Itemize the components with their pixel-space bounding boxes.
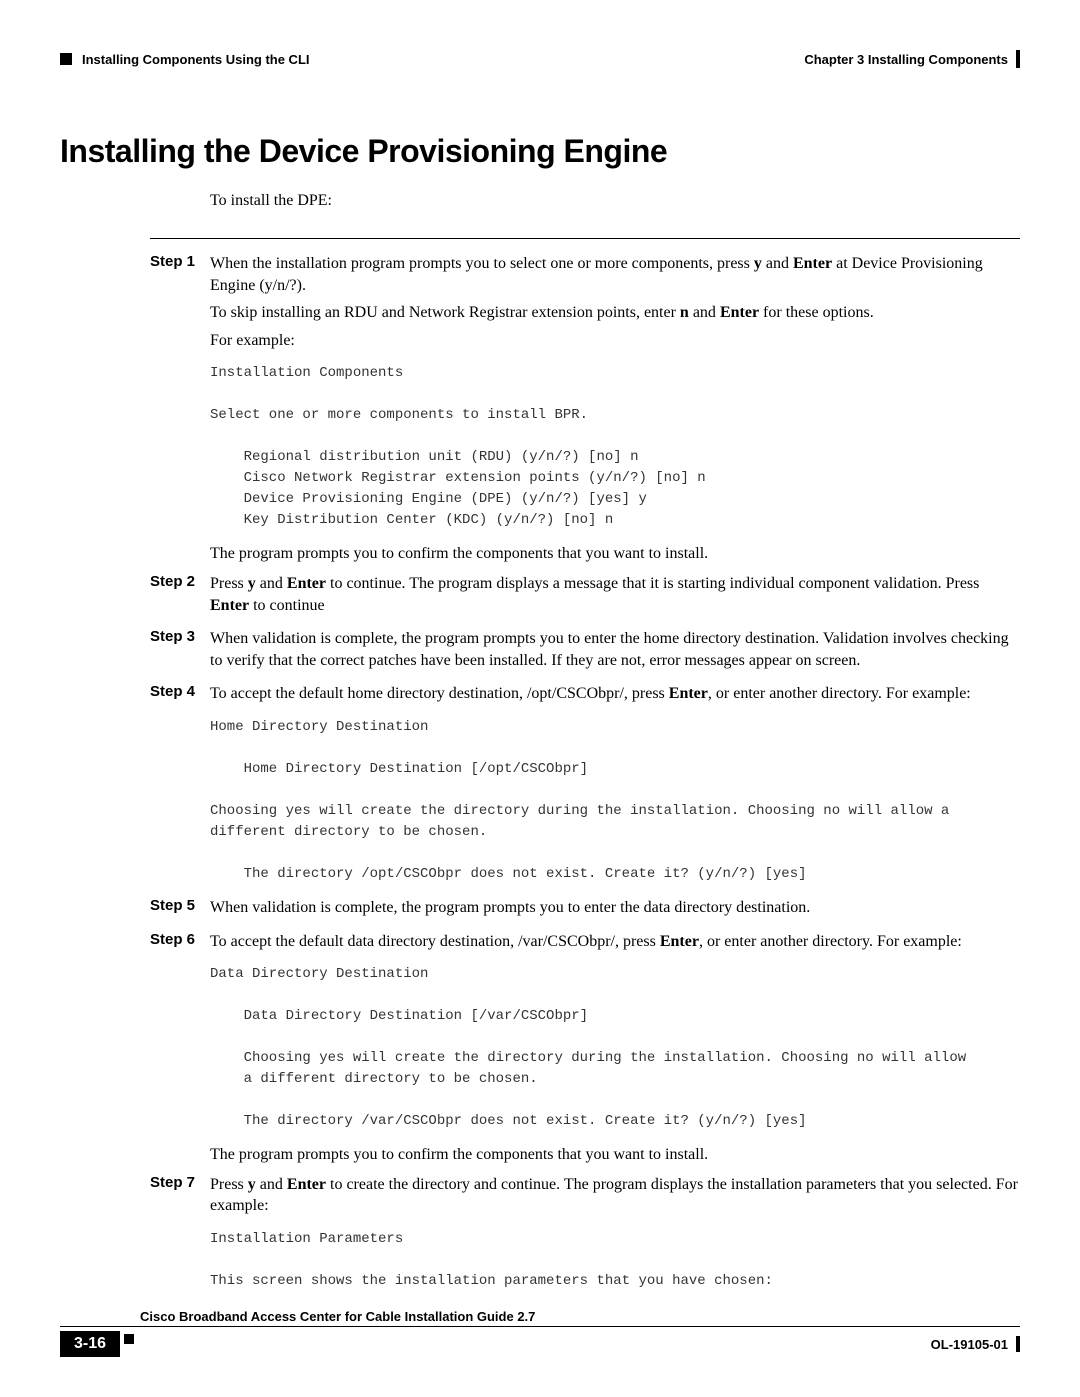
step-6-after: The program prompts you to confirm the c…	[210, 1144, 1020, 1166]
footer-rule	[60, 1326, 1020, 1327]
step-1-after: The program prompts you to confirm the c…	[210, 543, 1020, 565]
step-body: When validation is complete, the program…	[210, 628, 1020, 677]
step-label: Step 7	[150, 1174, 210, 1223]
footer-square-icon	[124, 1334, 134, 1344]
step-1: Step 1 When the installation program pro…	[150, 253, 1020, 357]
header-chapter-title: Chapter 3 Installing Components	[804, 52, 1008, 67]
footer-docnum-group: OL-19105-01	[931, 1336, 1020, 1352]
step-label: Step 4	[150, 683, 210, 711]
footer-guide-title: Cisco Broadband Access Center for Cable …	[140, 1309, 1020, 1324]
step-label: Step 1	[150, 253, 210, 357]
section-heading: Installing the Device Provisioning Engin…	[60, 133, 1020, 170]
step-6: Step 6 To accept the default data direct…	[150, 931, 1020, 959]
step-body: Press y and Enter to create the director…	[210, 1174, 1020, 1223]
step-2: Step 2 Press y and Enter to continue. Th…	[150, 573, 1020, 622]
step-label: Step 5	[150, 897, 210, 925]
page-header: Installing Components Using the CLI Chap…	[60, 50, 1020, 68]
page-footer: Cisco Broadband Access Center for Cable …	[60, 1309, 1020, 1357]
code-block-4: Home Directory Destination Home Director…	[210, 717, 1020, 885]
step-7: Step 7 Press y and Enter to create the d…	[150, 1174, 1020, 1223]
step-label: Step 6	[150, 931, 210, 959]
step-body: To accept the default home directory des…	[210, 683, 1020, 711]
step-3: Step 3 When validation is complete, the …	[150, 628, 1020, 677]
footer-docnum: OL-19105-01	[931, 1337, 1008, 1352]
intro-text: To install the DPE:	[210, 192, 1020, 210]
header-section-title: Installing Components Using the CLI	[82, 52, 310, 67]
header-right: Chapter 3 Installing Components	[804, 50, 1020, 68]
code-block-6: Data Directory Destination Data Director…	[210, 964, 1020, 1132]
header-left: Installing Components Using the CLI	[60, 52, 310, 67]
step-label: Step 2	[150, 573, 210, 622]
step-body: When the installation program prompts yo…	[210, 253, 1020, 357]
code-block-7: Installation Parameters This screen show…	[210, 1229, 1020, 1292]
step-4: Step 4 To accept the default home direct…	[150, 683, 1020, 711]
footer-bar-icon	[1016, 1336, 1020, 1352]
page-number: 3-16	[60, 1331, 120, 1357]
document-page: Installing Components Using the CLI Chap…	[0, 0, 1080, 1397]
header-square-icon	[60, 53, 72, 65]
footer-line: 3-16 OL-19105-01	[60, 1331, 1020, 1357]
step-body: To accept the default data directory des…	[210, 931, 1020, 959]
step-label: Step 3	[150, 628, 210, 677]
section-rule	[150, 238, 1020, 239]
step-body: When validation is complete, the program…	[210, 897, 1020, 925]
step-body: Press y and Enter to continue. The progr…	[210, 573, 1020, 622]
code-block-1: Installation Components Select one or mo…	[210, 363, 1020, 531]
header-bar-icon	[1016, 50, 1020, 68]
step-5: Step 5 When validation is complete, the …	[150, 897, 1020, 925]
